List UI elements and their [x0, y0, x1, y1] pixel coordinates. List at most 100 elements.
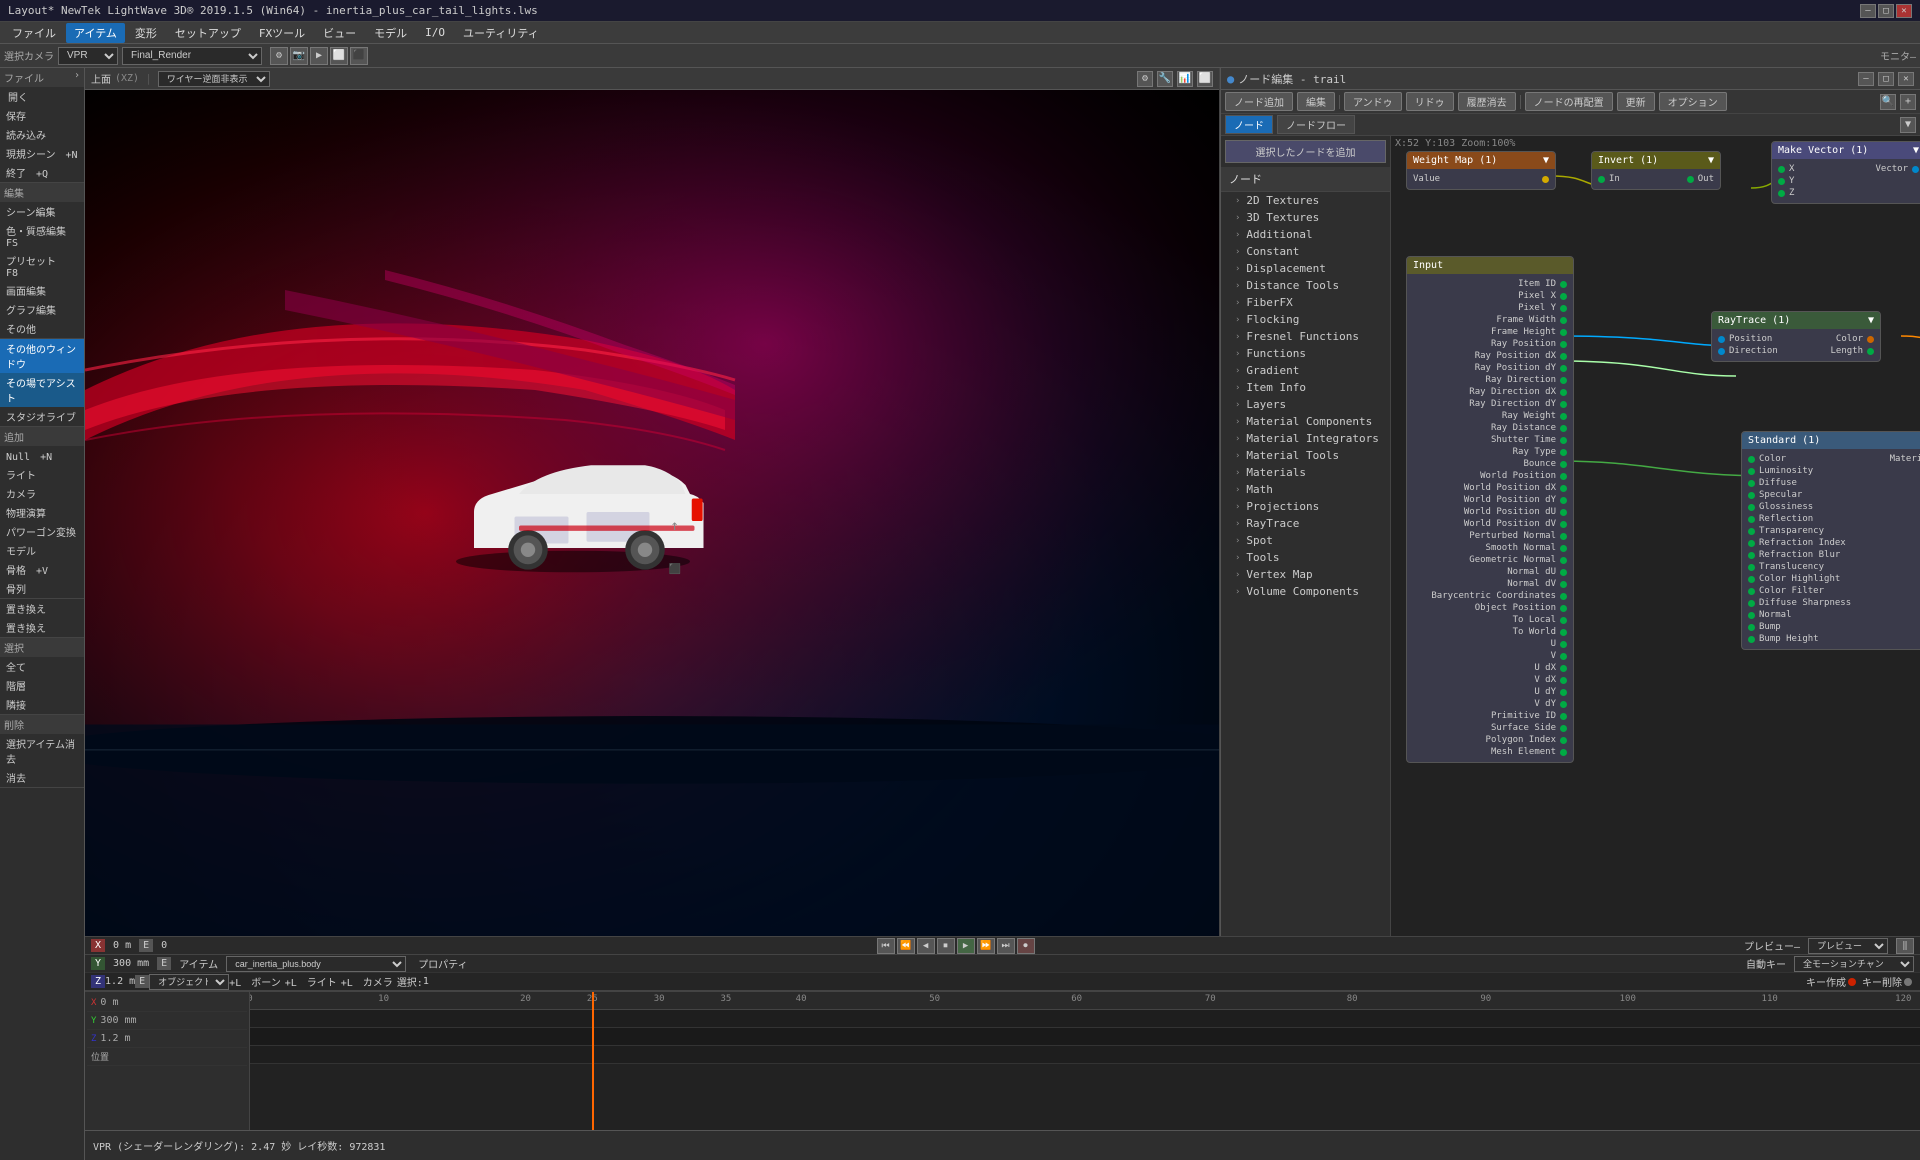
node-list-item-additional[interactable]: ›Additional [1221, 226, 1390, 243]
node-list-item-tools[interactable]: ›Tools [1221, 549, 1390, 566]
node-list-item-flocking[interactable]: ›Flocking [1221, 311, 1390, 328]
stop-btn[interactable]: ⏹ [937, 938, 955, 954]
sidebar-item-adjacent[interactable]: 隣接 [0, 695, 84, 714]
menu-io[interactable]: I/O [417, 24, 453, 41]
tab-node[interactable]: ノード [1225, 115, 1273, 134]
node-list-item-vertexmap[interactable]: ›Vertex Map [1221, 566, 1390, 583]
weightmap-node-header[interactable]: Weight Map (1) ▼ [1407, 152, 1555, 169]
sidebar-item-model[interactable]: モデル [0, 541, 84, 560]
input-node-header[interactable]: Input [1407, 257, 1573, 274]
timeline-playhead[interactable] [592, 992, 594, 1130]
menu-fx[interactable]: FXツール [251, 23, 313, 43]
ne-icon1[interactable]: 🔍 [1880, 94, 1896, 110]
preview-select[interactable]: プレビュー [1808, 938, 1888, 954]
vp-icon2[interactable]: 🔧 [1157, 71, 1173, 87]
display-mode-select[interactable]: ワイヤー逆面非表示 [158, 71, 270, 87]
sidebar-item-scene[interactable]: 現規シーン +N [0, 144, 84, 163]
node-canvas[interactable]: X:52 Y:103 Zoom:100% [1391, 136, 1920, 936]
ne-maximize-btn[interactable]: □ [1878, 72, 1894, 86]
node-list-item-matcomp[interactable]: ›Material Components [1221, 413, 1390, 430]
node-edit-button[interactable]: 編集 [1297, 92, 1335, 111]
pause-btn[interactable]: ‖ [1896, 938, 1914, 954]
clear-history-button[interactable]: 履歴消去 [1458, 92, 1516, 111]
raytrace-node[interactable]: RayTrace (1) ▼ Position Color [1711, 311, 1881, 362]
node-list-item-projections[interactable]: ›Projections [1221, 498, 1390, 515]
render-icon3[interactable]: ⬛ [350, 47, 368, 65]
node-add-button[interactable]: ノード追加 [1225, 92, 1293, 111]
sidebar-item-color-edit[interactable]: 色・質感編集 FS [0, 221, 84, 251]
timeline-track-1[interactable] [250, 1010, 1920, 1028]
tab-nodeflow[interactable]: ノードフロー [1277, 115, 1355, 134]
rearrange-button[interactable]: ノードの再配置 [1525, 92, 1613, 111]
sidebar-item-scene-edit[interactable]: シーン編集 [0, 202, 84, 221]
standard-node[interactable]: Standard (1) ▼ Color Material [1741, 431, 1920, 650]
menu-model[interactable]: モデル [366, 23, 415, 43]
undo-button[interactable]: アンドゥ [1344, 92, 1402, 111]
sidebar-item-physics[interactable]: 物理演算 [0, 503, 84, 522]
sidebar-item-replace1[interactable]: 置き換え [0, 599, 84, 618]
add-selected-node-button[interactable]: 選択したノードを追加 [1225, 140, 1386, 163]
sidebar-item-graph-edit[interactable]: グラフ編集 [0, 300, 84, 319]
input-node[interactable]: Input Item ID Pixel X Pixel Y Frame Widt… [1406, 256, 1574, 763]
node-list-item-materials[interactable]: ›Materials [1221, 464, 1390, 481]
node-list-item-functions[interactable]: ›Functions [1221, 345, 1390, 362]
node-list-item-layers[interactable]: ›Layers [1221, 396, 1390, 413]
node-list-item-matint[interactable]: ›Material Integrators [1221, 430, 1390, 447]
node-list-item-2dtex[interactable]: ›2D Textures [1221, 192, 1390, 209]
sidebar-item-quit[interactable]: 終了 +Q [0, 163, 84, 182]
minimize-button[interactable]: — [1860, 4, 1876, 18]
standard-node-header[interactable]: Standard (1) ▼ [1742, 432, 1920, 449]
prev-key-btn[interactable]: ⏪ [897, 938, 915, 954]
timeline-track-3[interactable] [250, 1046, 1920, 1064]
maximize-button[interactable]: □ [1878, 4, 1894, 18]
sidebar-item-screen-edit[interactable]: 画面編集 [0, 281, 84, 300]
timeline-right[interactable]: 0 10 20 25 30 35 40 50 60 70 80 90 100 1… [250, 992, 1920, 1130]
render-icon2[interactable]: ⬜ [330, 47, 348, 65]
sidebar-item-studio[interactable]: スタジオライブ [0, 407, 84, 426]
sidebar-item-bone[interactable]: 骨格 +V [0, 560, 84, 579]
sidebar-item-all[interactable]: 全て [0, 657, 84, 676]
menu-setup[interactable]: セットアップ [167, 23, 249, 43]
viewport-canvas[interactable]: ↑ ⬛ [85, 90, 1219, 936]
node-list-item-math[interactable]: ›Math [1221, 481, 1390, 498]
sidebar-item-bonelist[interactable]: 骨列 [0, 579, 84, 598]
ne-close-btn[interactable]: ✕ [1898, 72, 1914, 86]
weightmap-node[interactable]: Weight Map (1) ▼ Value [1406, 151, 1556, 190]
node-list-item-gradient[interactable]: ›Gradient [1221, 362, 1390, 379]
prev-frame-btn[interactable]: ◀ [917, 938, 935, 954]
camera-icon[interactable]: 📷 [290, 47, 308, 65]
vp-icon4[interactable]: ⬜ [1197, 71, 1213, 87]
invert-node-header[interactable]: Invert (1) ▼ [1592, 152, 1720, 169]
object-select[interactable]: オブジェクト [149, 974, 229, 990]
close-button[interactable]: ✕ [1896, 4, 1912, 18]
ne-icon2[interactable]: + [1900, 94, 1916, 110]
sidebar-item-assist[interactable]: その場でアシスト [0, 373, 84, 407]
node-list-item-constant[interactable]: ›Constant [1221, 243, 1390, 260]
motion-select[interactable]: 全モーションチャン [1794, 956, 1914, 972]
raytrace-dropdown[interactable]: ▼ [1868, 315, 1874, 326]
sidebar-item-open[interactable]: 開く [0, 87, 84, 106]
sidebar-item-light[interactable]: ライト [0, 465, 84, 484]
menu-file[interactable]: ファイル [4, 23, 64, 43]
makevector-node-header[interactable]: Make Vector (1) ▼ [1772, 142, 1920, 159]
sidebar-item-delete[interactable]: 消去 [0, 768, 84, 787]
node-list-item-displacement[interactable]: ›Displacement [1221, 260, 1390, 277]
camera-select[interactable]: VPR カメラ [58, 47, 118, 65]
timeline-track-2[interactable] [250, 1028, 1920, 1046]
node-list-item-3dtex[interactable]: ›3D Textures [1221, 209, 1390, 226]
sidebar-item-delete-selected[interactable]: 選択アイテム消去 [0, 734, 84, 768]
sidebar-item-preset[interactable]: プリセット F8 [0, 251, 84, 281]
node-list-item-spot[interactable]: ›Spot [1221, 532, 1390, 549]
next-frame-btn[interactable]: ⏩ [977, 938, 995, 954]
menu-utility[interactable]: ユーティリティ [455, 23, 547, 43]
play-btn[interactable]: ▶ [957, 938, 975, 954]
settings-icon[interactable]: ⚙ [270, 47, 288, 65]
node-list-item-fresnelfunc[interactable]: ›Fresnel Functions [1221, 328, 1390, 345]
options-button[interactable]: オプション [1659, 92, 1727, 111]
vp-icon3[interactable]: 📊 [1177, 71, 1193, 87]
node-list-item-raytrace[interactable]: ›RayTrace [1221, 515, 1390, 532]
node-list-item-fiberfx[interactable]: ›FiberFX [1221, 294, 1390, 311]
item-select[interactable]: car_inertia_plus.body [226, 956, 406, 972]
sidebar-item-camera[interactable]: カメラ [0, 484, 84, 503]
redo-button[interactable]: リドゥ [1406, 92, 1454, 111]
